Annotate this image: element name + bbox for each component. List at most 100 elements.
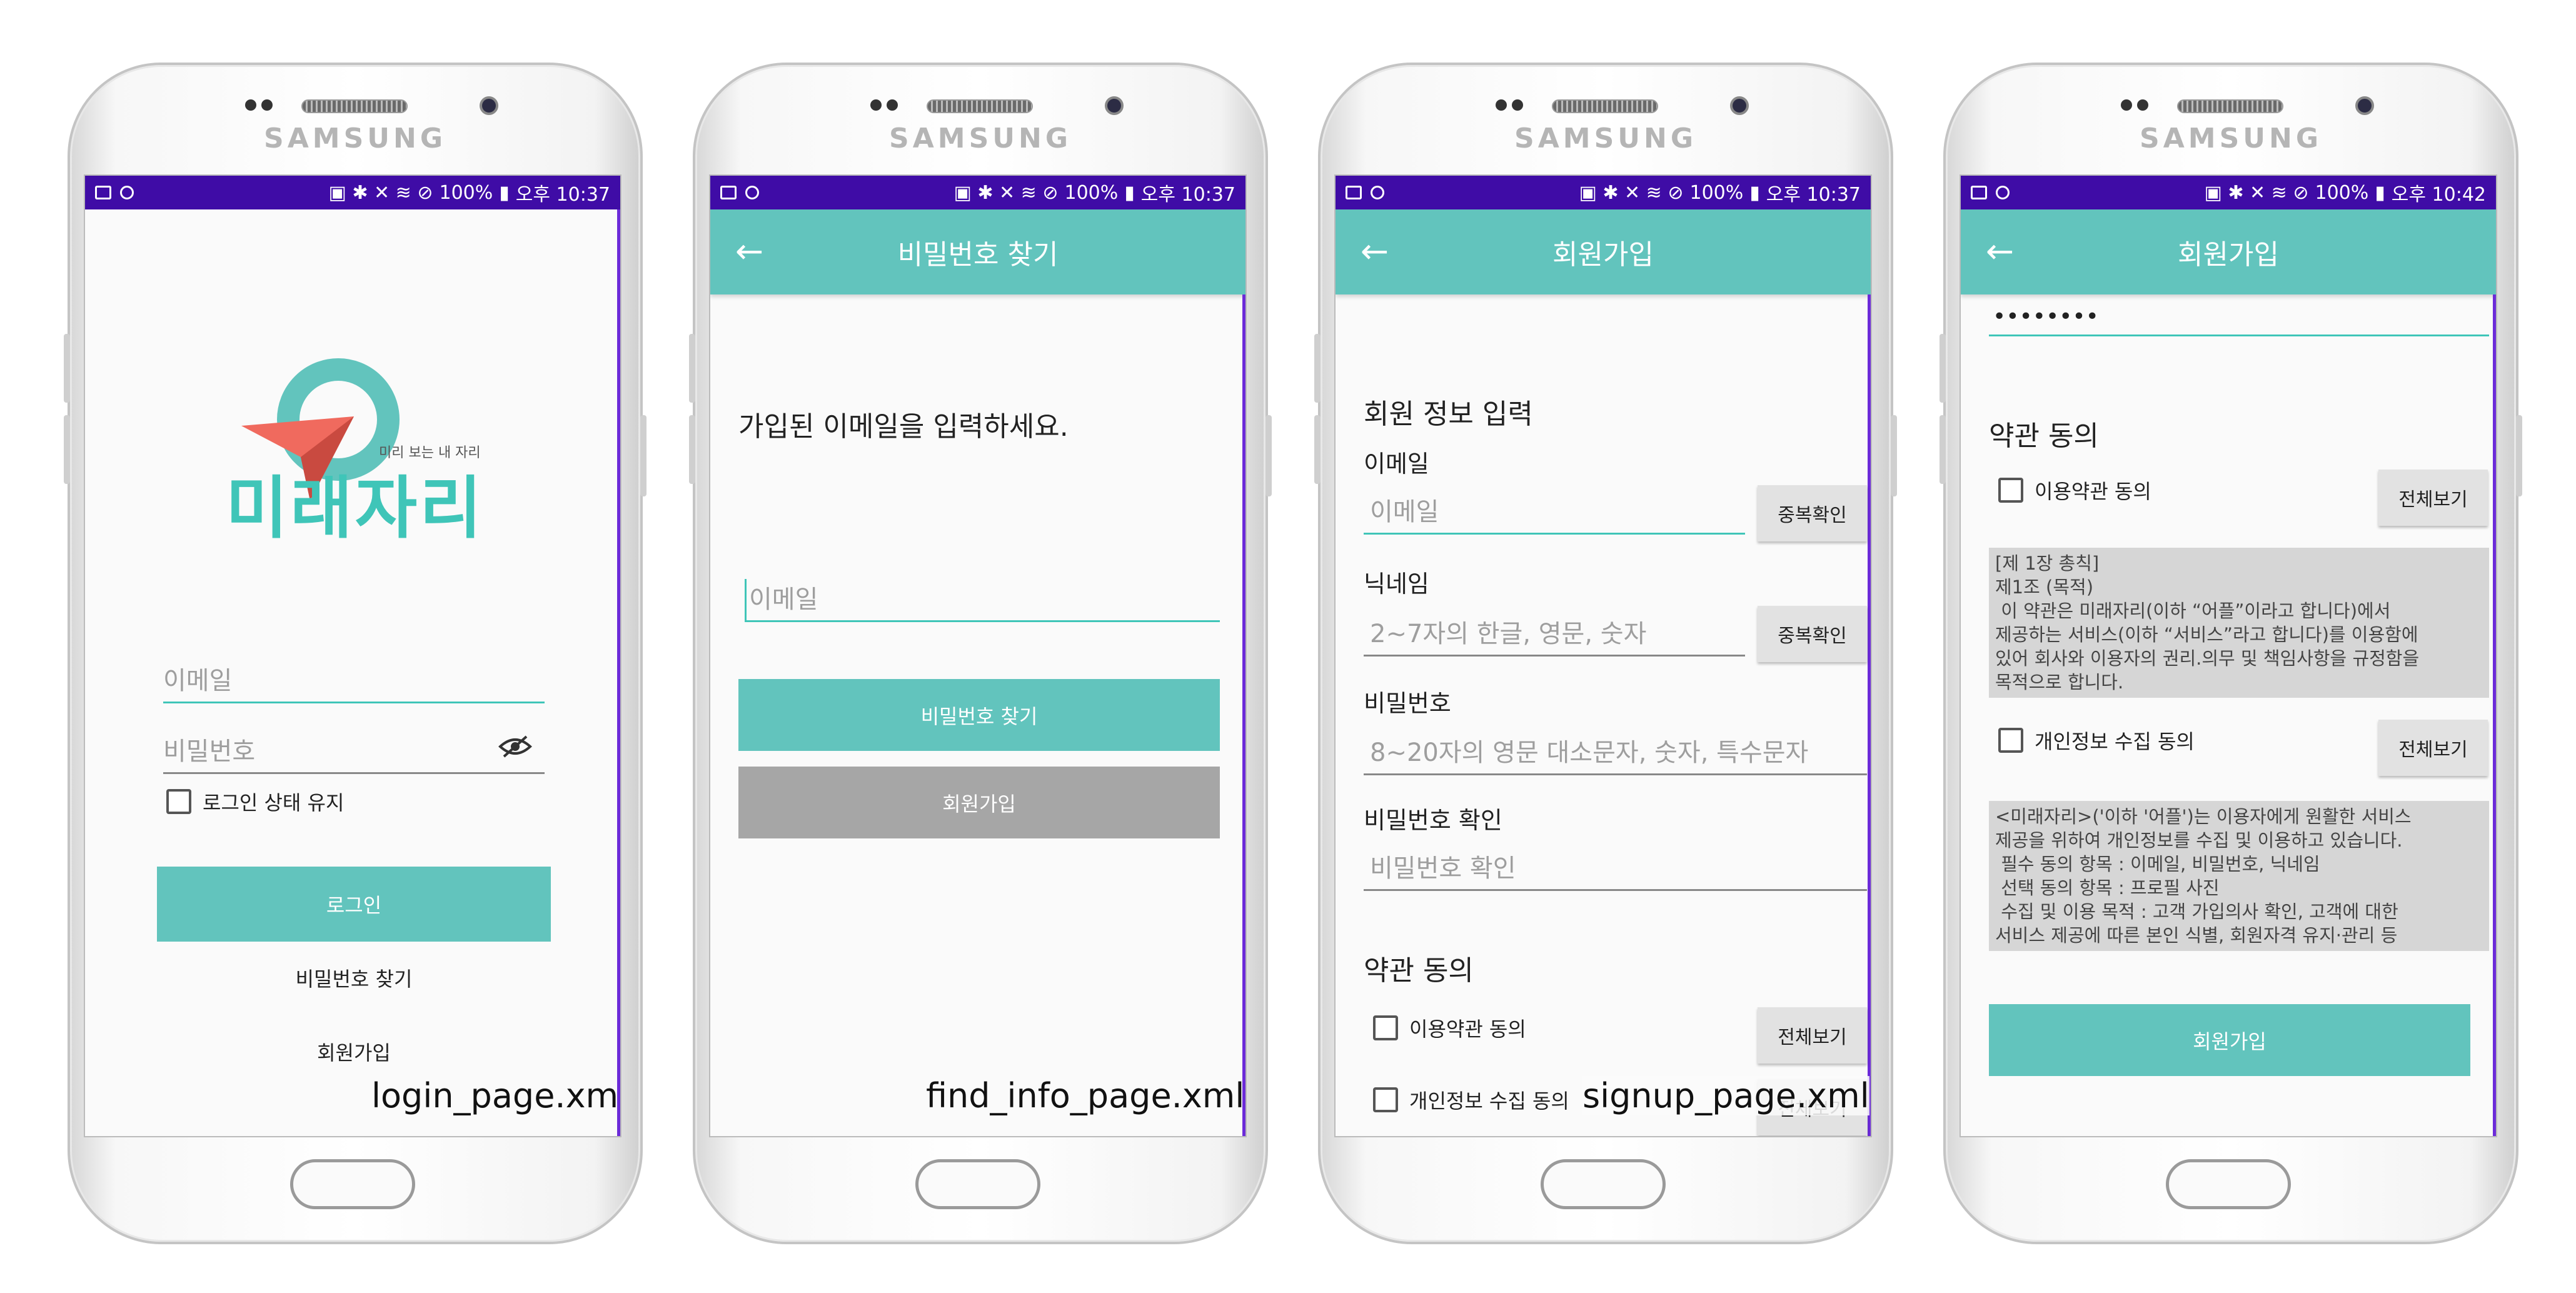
phone-frame-signup-terms: SAMSUNG ▣ ✱ ✕ ≋ ⊘ 100% ▮ 오후 10:42 ← 회원가입 ••…	[1940, 63, 2522, 1244]
email-input[interactable]: 이메일	[163, 660, 545, 703]
checkbox-box[interactable]	[166, 789, 191, 814]
password-input[interactable]: 비밀번호	[163, 731, 545, 774]
status-icons: ▣ ✱ ✕ ≋ ⊘	[953, 181, 1059, 204]
back-arrow-icon[interactable]: ←	[735, 234, 763, 268]
nickname-label: 닉네임	[1364, 570, 1429, 598]
home-button[interactable]	[915, 1159, 1040, 1209]
volume-button	[689, 415, 695, 484]
status-icons: ▣ ✱ ✕ ≋ ⊘	[328, 181, 433, 204]
power-button	[640, 415, 647, 496]
front-camera	[1105, 96, 1124, 115]
signup-button[interactable]: 회원가입	[738, 767, 1220, 838]
login-button[interactable]: 로그인	[157, 867, 551, 942]
instruction-text: 가입된 이메일을 입력하세요.	[738, 411, 1069, 443]
password-confirm-input[interactable]: 비밀번호 확인	[1364, 848, 1867, 891]
section-member-info: 회원 정보 입력	[1364, 398, 1533, 430]
home-button[interactable]	[2166, 1159, 2291, 1209]
clock: 오후 10:42	[2391, 184, 2486, 206]
clock: 오후 10:37	[1766, 184, 1861, 206]
password-label: 비밀번호	[1364, 690, 1451, 717]
battery-level: 100%	[439, 181, 493, 204]
home-button[interactable]	[290, 1159, 415, 1209]
privacy-view-all-button[interactable]: 전체보기	[2378, 720, 2488, 776]
clock: 오후 10:37	[515, 184, 610, 206]
volume-button	[64, 415, 70, 484]
screen-signup-terms: ▣ ✱ ✕ ≋ ⊘ 100% ▮ 오후 10:42 ← 회원가입 •••••••• 약…	[1960, 174, 2497, 1137]
image-icon	[95, 186, 111, 199]
app-bar: ← 회원가입	[1336, 209, 1871, 294]
back-arrow-icon[interactable]: ←	[1986, 234, 2014, 268]
battery-icon: ▮	[2375, 181, 2385, 204]
terms-view-all-button[interactable]: 전체보기	[1758, 1007, 1867, 1064]
privacy-content: <미래자리>('이하 '어플')는 이용자에게 원활한 서비스 제공을 위하여 …	[1989, 801, 2489, 951]
page-title: 회원가입	[2178, 239, 2279, 271]
terms-agree-label: 이용약관 동의	[2035, 480, 2151, 503]
terms-content: [제 1장 총칙] 제1조 (목적) 이 약관은 미래자리(이하 “어플”이라고…	[1989, 548, 2489, 698]
email-dup-check-button[interactable]: 중복확인	[1758, 485, 1867, 541]
checkbox-box[interactable]	[1998, 478, 2023, 503]
checkbox-box[interactable]	[1373, 1087, 1398, 1112]
status-bar: ▣ ✱ ✕ ≋ ⊘ 100% ▮ 오후 10:37	[1336, 176, 1871, 209]
section-terms: 약관 동의	[1364, 955, 1474, 987]
image-icon	[1971, 186, 1987, 199]
terms-agree-checkbox[interactable]: 이용약관 동의	[1998, 476, 2151, 505]
privacy-agree-label: 개인정보 수집 동의	[1409, 1089, 1569, 1113]
eye-off-icon[interactable]	[498, 734, 533, 759]
layout-caption: find_info_page.xml	[926, 1076, 1245, 1115]
earpiece-speaker	[927, 99, 1033, 113]
checkbox-box[interactable]	[1998, 728, 2023, 753]
email-input[interactable]: 이메일	[745, 579, 1220, 622]
terms-agree-label: 이용약관 동의	[1409, 1017, 1526, 1041]
power-button	[2516, 415, 2522, 496]
find-password-button[interactable]: 비밀번호 찾기	[738, 679, 1220, 751]
email-input[interactable]: 이메일	[1364, 491, 1745, 535]
section-terms: 약관 동의	[1989, 420, 2099, 452]
privacy-agree-label: 개인정보 수집 동의	[2035, 730, 2195, 753]
volume-button	[1940, 415, 1946, 484]
email-label: 이메일	[1364, 450, 1429, 478]
signup-submit-button[interactable]: 회원가입	[1989, 1004, 2470, 1076]
brightness-icon	[745, 186, 759, 199]
password-input[interactable]: 8~20자의 영문 대소문자, 숫자, 특수문자	[1364, 732, 1867, 775]
battery-level: 100%	[1689, 181, 1744, 204]
back-arrow-icon[interactable]: ←	[1361, 234, 1389, 268]
keep-login-checkbox[interactable]: 로그인 상태 유지	[166, 787, 344, 816]
brand-logo: SAMSUNG	[1514, 123, 1697, 154]
volume-button	[64, 334, 70, 403]
volume-button	[1314, 415, 1321, 484]
logo-wordmark: 미래자리	[226, 470, 485, 548]
volume-button	[689, 334, 695, 403]
battery-level: 100%	[2315, 181, 2369, 204]
privacy-agree-checkbox[interactable]: 개인정보 수집 동의	[1373, 1085, 1569, 1114]
screen-edge	[1868, 294, 1871, 1136]
checkbox-box[interactable]	[1373, 1015, 1398, 1040]
image-icon	[720, 186, 737, 199]
page-title: 비밀번호 찾기	[897, 239, 1059, 271]
screen-find: ▣ ✱ ✕ ≋ ⊘ 100% ▮ 오후 10:37 ← 비밀번호 찾기 가입된 이메일…	[709, 174, 1247, 1137]
nickname-dup-check-button[interactable]: 중복확인	[1758, 606, 1867, 662]
status-bar: ▣ ✱ ✕ ≋ ⊘ 100% ▮ 오후 10:37	[710, 176, 1245, 209]
power-button	[1891, 415, 1897, 496]
brightness-icon	[120, 186, 134, 199]
password-input[interactable]: ••••••••	[1989, 304, 2489, 336]
nickname-input[interactable]: 2~7자의 한글, 영문, 숫자	[1364, 613, 1745, 657]
privacy-agree-checkbox[interactable]: 개인정보 수집 동의	[1998, 726, 2195, 755]
screen-edge	[1242, 294, 1245, 1136]
volume-button	[1314, 334, 1321, 403]
brand-logo: SAMSUNG	[889, 123, 1072, 154]
find-password-link[interactable]: 비밀번호 찾기	[157, 963, 551, 992]
home-button[interactable]	[1541, 1159, 1666, 1209]
signup-link[interactable]: 회원가입	[157, 1037, 551, 1066]
terms-view-all-button[interactable]: 전체보기	[2378, 470, 2488, 526]
keep-login-label: 로그인 상태 유지	[203, 791, 345, 815]
phone-frame-login: SAMSUNG ▣ ✱ ✕ ≋ ⊘ 100% ▮ 오후 10:37 미리 보는 내 자…	[64, 63, 647, 1244]
sensor-dots	[245, 99, 283, 114]
screen-edge	[2493, 294, 2496, 1136]
battery-level: 100%	[1064, 181, 1119, 204]
terms-agree-checkbox[interactable]: 이용약관 동의	[1373, 1014, 1526, 1042]
brightness-icon	[1371, 186, 1384, 199]
screen-signup: ▣ ✱ ✕ ≋ ⊘ 100% ▮ 오후 10:37 ← 회원가입 회원 정보 입력 이…	[1334, 174, 1872, 1137]
status-bar: ▣ ✱ ✕ ≋ ⊘ 100% ▮ 오후 10:42	[1961, 176, 2496, 209]
earpiece-speaker	[301, 99, 408, 113]
layout-caption: login_page.xml	[371, 1076, 621, 1115]
